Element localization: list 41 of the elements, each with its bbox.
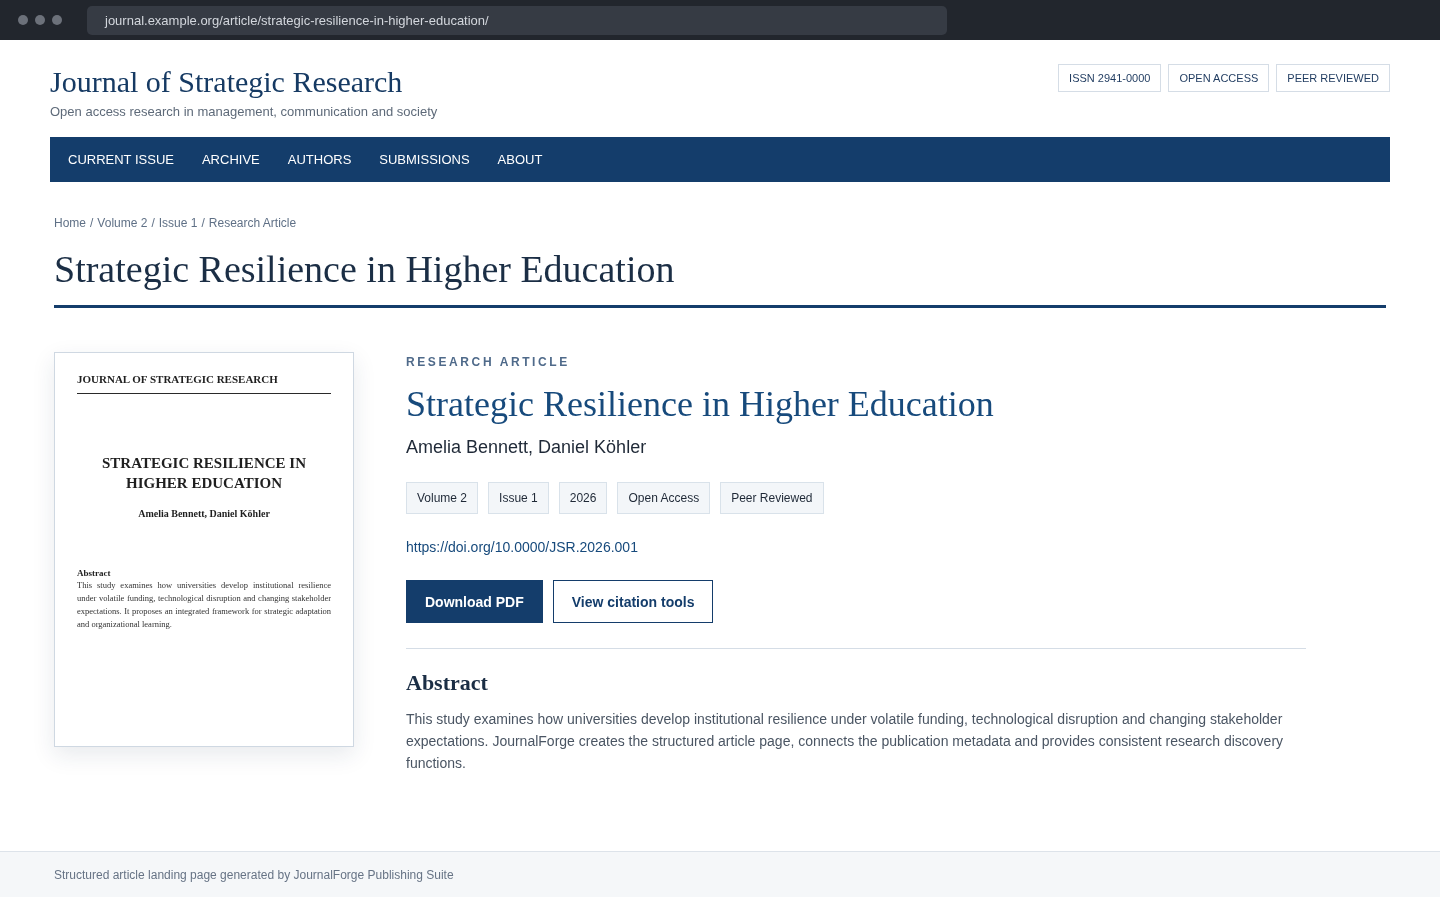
metadata-tag: 2026 — [558, 482, 608, 514]
journal-badge: ISSN 2941-0000 — [1058, 64, 1162, 92]
cover-authors: Amelia Bennett, Daniel Köhler — [137, 507, 271, 521]
article-type-label: RESEARCH ARTICLE — [406, 354, 571, 370]
abstract-heading: Abstract — [406, 670, 489, 696]
breadcrumb-link[interactable]: Home — [54, 215, 86, 231]
citation-tools-button[interactable]: View citation tools — [552, 580, 714, 623]
journal-badge: OPEN ACCESS — [1168, 64, 1270, 92]
breadcrumb-link[interactable]: Volume 2 — [97, 215, 148, 231]
article-title: Strategic Resilience in Higher Education — [406, 383, 995, 426]
metadata-tag: Peer Reviewed — [720, 482, 824, 514]
article-authors: Amelia Bennett, Daniel Köhler — [406, 436, 648, 458]
metadata-tag: Open Access — [617, 482, 711, 514]
address-bar[interactable]: journal.example.org/article/strategic-resilience-in-higher-education/ — [87, 5, 947, 35]
breadcrumb-separator: / — [151, 215, 155, 231]
cover-abstract-text: This study examines how universities develop institutional resilience under volatile funding, technological disruption and changing stakeholder expectations. It proposes an integrated framework for strategic adaptation and organizational learning. — [77, 579, 331, 631]
breadcrumb-link[interactable]: Research Article — [208, 215, 297, 231]
journal-title: Journal of Strategic Research — [50, 64, 404, 100]
breadcrumb-link[interactable]: Issue 1 — [158, 215, 198, 231]
journal-badge: PEER REVIEWED — [1276, 64, 1390, 92]
journal-tagline: Open access research in management, communication and society — [50, 103, 438, 121]
window-dot-icon[interactable] — [52, 15, 62, 25]
metadata-tag: Issue 1 — [488, 482, 549, 514]
page-title: Strategic Resilience in Higher Education — [54, 247, 1386, 308]
nav-link[interactable]: SUBMISSIONS — [379, 152, 470, 167]
nav-link[interactable]: ARCHIVE — [201, 152, 260, 167]
cover-title: STRATEGIC RESILIENCE IN HIGHER EDUCATION — [101, 454, 307, 493]
doi-link[interactable]: https://doi.org/10.0000/JSR.2026.001 — [406, 538, 638, 556]
window-dot-icon[interactable] — [35, 15, 45, 25]
nav-link[interactable]: CURRENT ISSUE — [68, 152, 174, 167]
breadcrumb-separator: / — [201, 215, 205, 231]
download-pdf-button[interactable]: Download PDF — [406, 580, 543, 623]
nav-link[interactable]: AUTHORS — [287, 152, 352, 167]
breadcrumb-separator: / — [90, 215, 94, 231]
abstract-text: This study examines how universities develop institutional resilience under volatile funding, technological disruption and changing stakeholder expectations. JournalForge creates the structured article page, connects the publication metadata and provides consistent research discovery functions. — [406, 710, 1285, 773]
cover-abstract-heading: Abstract — [77, 567, 112, 579]
footer-text: Structured article landing page generated by JournalForge Publishing Suite — [54, 867, 454, 882]
window-dot-icon[interactable] — [18, 15, 28, 25]
metadata-tag: Volume 2 — [406, 482, 479, 514]
cover-journal-name: JOURNAL OF STRATEGIC RESEARCH — [77, 372, 331, 394]
nav-link[interactable]: ABOUT — [497, 152, 543, 167]
